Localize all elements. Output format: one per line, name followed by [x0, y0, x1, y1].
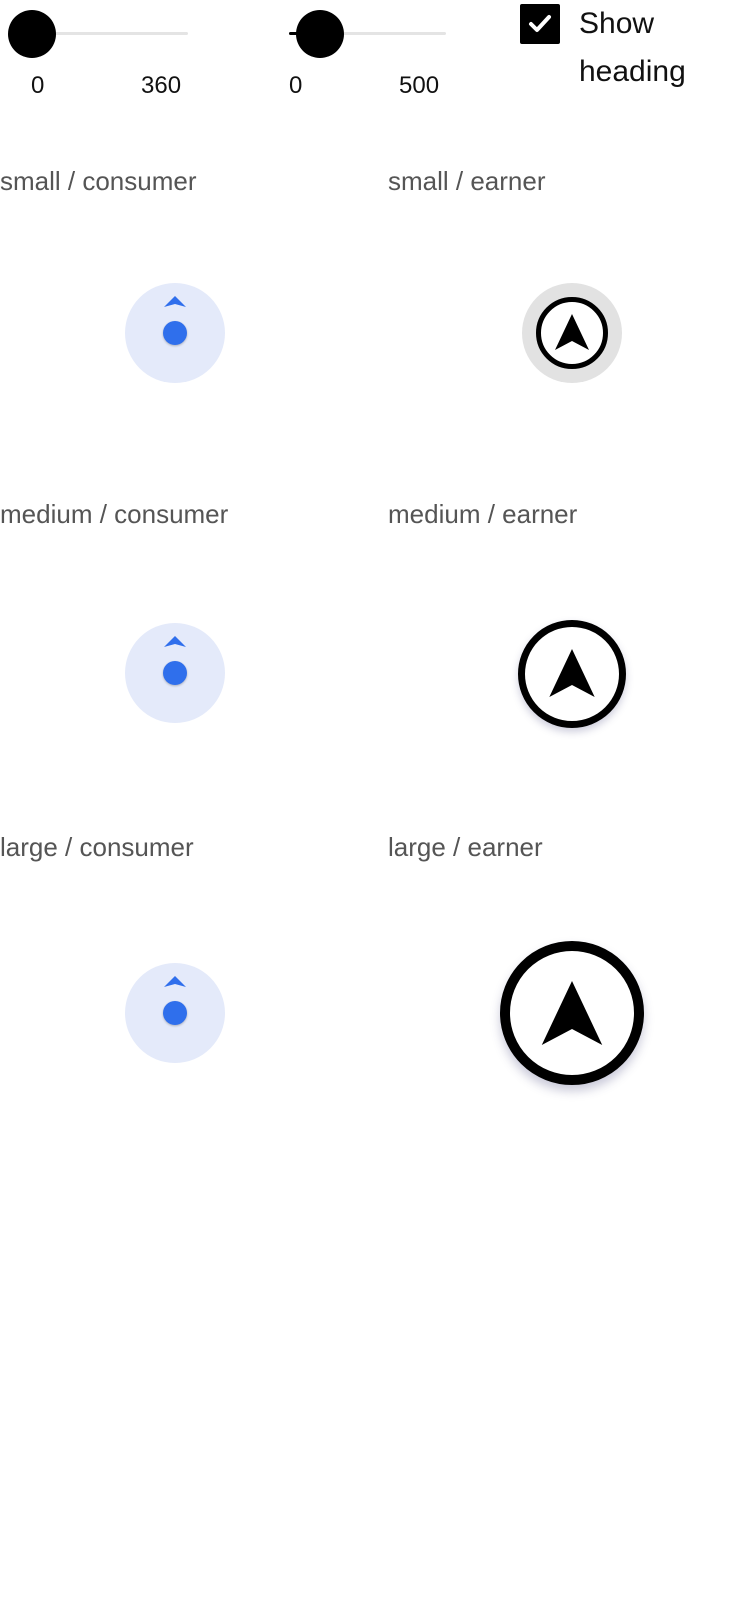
- heading-caret-icon: [164, 296, 186, 307]
- slider-thumb[interactable]: [8, 10, 56, 58]
- slider-max-label: 360: [141, 72, 182, 99]
- location-dot-icon: [163, 321, 187, 345]
- large-earner-marker: [500, 941, 644, 1085]
- medium-earner-marker: [518, 620, 626, 728]
- location-dot-icon: [163, 661, 187, 685]
- heading-caret-icon: [164, 976, 186, 987]
- second-slider[interactable]: [289, 8, 446, 60]
- medium-consumer-label: medium / consumer: [0, 499, 229, 529]
- earner-ring: [536, 297, 608, 369]
- navigation-arrow-icon: [541, 981, 603, 1045]
- heading-caret-icon: [164, 636, 186, 647]
- large-consumer-label: large / consumer: [0, 832, 194, 862]
- location-dot-icon: [163, 1001, 187, 1025]
- small-consumer-label: small / consumer: [0, 166, 197, 196]
- medium-earner-label: medium / earner: [388, 499, 578, 529]
- small-earner-label: small / earner: [388, 166, 546, 196]
- show-heading-checkbox[interactable]: [520, 4, 560, 44]
- show-heading-label: Show heading: [579, 7, 686, 88]
- navigation-arrow-icon: [549, 649, 595, 697]
- small-consumer-marker: [125, 283, 225, 383]
- slider-max-label: 500: [399, 72, 440, 99]
- slider-min-label: 0: [289, 72, 303, 99]
- slider-min-label: 0: [31, 72, 45, 99]
- large-earner-label: large / earner: [388, 832, 543, 862]
- small-earner-marker: [522, 283, 622, 383]
- slider-thumb[interactable]: [296, 10, 344, 58]
- navigation-arrow-icon: [555, 314, 589, 350]
- heading-slider[interactable]: [8, 8, 188, 60]
- large-consumer-marker: [125, 963, 225, 1063]
- medium-consumer-marker: [125, 623, 225, 723]
- check-icon: [529, 15, 551, 32]
